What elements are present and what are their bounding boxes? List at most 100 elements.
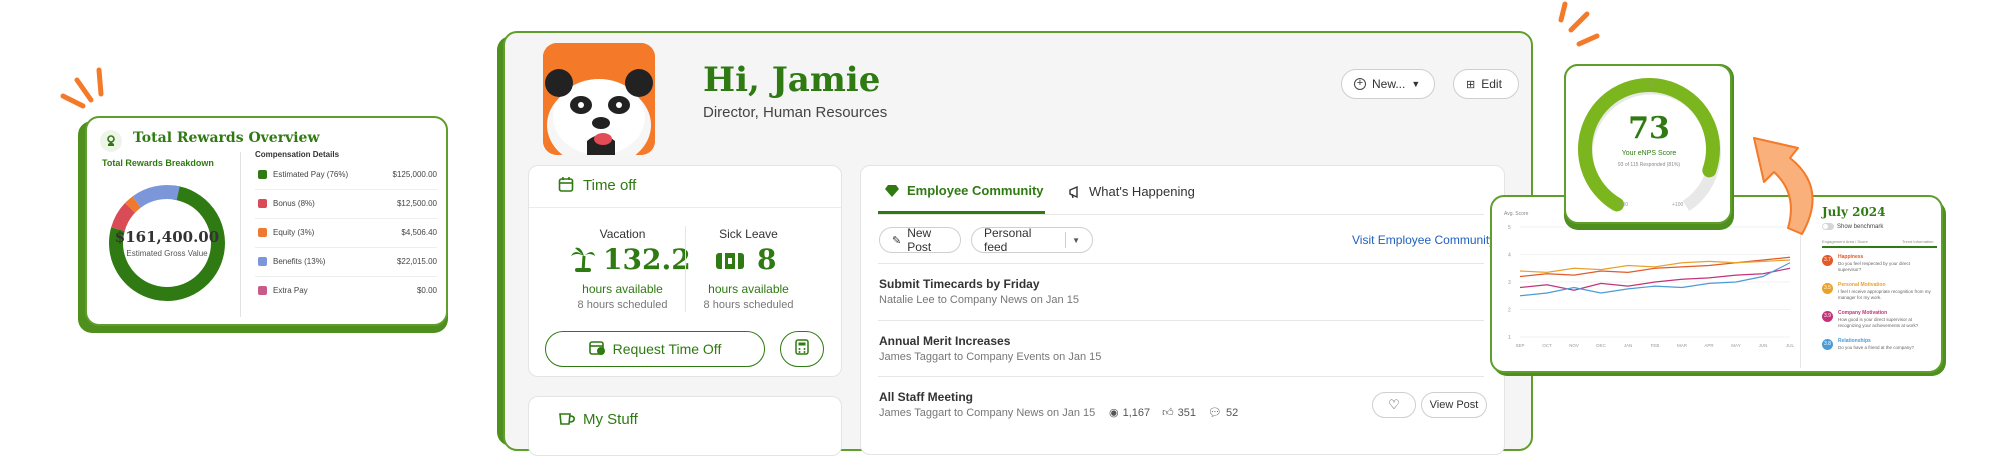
rewards-total-label: Estimated Gross Value: [126, 249, 208, 258]
x-tick-label: NOV: [1569, 343, 1579, 348]
legend-swatch: [258, 170, 267, 179]
gauge-min-label: -100: [1618, 202, 1629, 208]
vacation-scheduled: 8 hours scheduled: [577, 299, 668, 311]
enps-score-card: 0 73 Your eNPS Score 93 of 115 Responded…: [1564, 64, 1732, 224]
compensation-label: Estimated Pay (76%): [273, 170, 349, 179]
compensation-value: $22,015.00: [396, 257, 437, 266]
post-divider: [878, 320, 1484, 321]
legend-swatch: [258, 199, 267, 208]
post-title[interactable]: Submit Timecards by Friday: [879, 277, 1040, 291]
x-tick-label: SEP: [1515, 343, 1524, 348]
x-tick-label: APR: [1704, 343, 1714, 348]
compensation-divider: [255, 218, 437, 219]
y-tick-label: 3: [1508, 280, 1511, 286]
sick-leave-hours-value: 8: [757, 243, 777, 276]
calendar-plus-icon: [588, 339, 605, 360]
view-post-button[interactable]: View Post: [1421, 392, 1487, 418]
compensation-divider: [255, 276, 437, 277]
caret-down-icon: ▼: [1072, 235, 1080, 245]
compensation-divider: [255, 247, 437, 248]
post-title[interactable]: All Staff Meeting: [879, 390, 973, 404]
rewards-icon: [100, 130, 122, 152]
compensation-value: $0.00: [416, 286, 437, 295]
category-score-badge: 3.7: [1822, 255, 1833, 266]
caret-down-icon: ▼: [1411, 79, 1421, 89]
vacation-hours-value: 132.2: [603, 243, 691, 276]
compensation-label: Bonus (8%): [273, 199, 315, 208]
heart-icon: ♡: [1388, 397, 1400, 412]
category-question: Do you feel respected by your direct sup…: [1838, 261, 1911, 272]
greeting-heading: Hi, Jamie: [703, 60, 881, 100]
like-button[interactable]: ♡: [1372, 392, 1416, 418]
legend-swatch: [258, 257, 267, 266]
avatar[interactable]: [543, 43, 655, 155]
new-post-button[interactable]: ✎ New Post: [879, 226, 961, 254]
tab-employee-community[interactable]: Employee Community: [907, 183, 1044, 198]
panda-avatar-icon: [543, 43, 655, 155]
compensation-value: $12,500.00: [396, 199, 437, 208]
post-stats: ◉ 1,167 👍︎ 351 💬︎ 52: [1109, 406, 1238, 420]
edit-pencil-icon: ✎: [892, 234, 902, 247]
survey-col-left: Engagement Area / Score: [1822, 239, 1868, 244]
x-tick-label: JAN: [1624, 343, 1633, 348]
tab-whats-happening[interactable]: What's Happening: [1089, 184, 1195, 199]
spark-decoration-right: [1558, 1, 1600, 47]
category-score-badge: 3.8: [1822, 339, 1833, 350]
request-time-off-label: Request Time Off: [612, 341, 722, 357]
calculator-button[interactable]: [780, 331, 824, 367]
new-post-label: New Post: [907, 226, 932, 254]
rewards-divider: [240, 152, 241, 317]
plus-circle-icon: +: [1354, 78, 1366, 90]
enps-score-value: 73: [1628, 111, 1670, 146]
job-title: Director, Human Resources: [703, 104, 888, 121]
benchmark-label: Show benchmark: [1837, 223, 1884, 230]
category-name[interactable]: Relationships: [1838, 338, 1871, 344]
calendar-icon: [558, 176, 574, 196]
sick-available: hours available: [708, 282, 789, 296]
tabs-divider: [878, 214, 1484, 215]
comment-icon: 💬︎: [1208, 407, 1222, 419]
x-tick-label: MAY: [1731, 343, 1740, 348]
trend-line: [1519, 259, 1791, 273]
grid-icon: ⊞: [1466, 78, 1476, 91]
post-title[interactable]: Annual Merit Increases: [879, 334, 1010, 348]
x-tick-label: DEC: [1596, 343, 1606, 348]
post-divider: [878, 376, 1484, 377]
edit-button-label: Edit: [1481, 77, 1502, 91]
feed-select[interactable]: Personal feed ▼: [971, 226, 1093, 254]
rewards-breakdown-title: Total Rewards Breakdown: [102, 158, 214, 168]
request-time-off-button[interactable]: Request Time Off: [545, 331, 765, 367]
total-rewards-card: Total Rewards Overview Total Rewards Bre…: [85, 116, 448, 326]
megaphone-icon: [1068, 185, 1084, 204]
spark-decoration-left: [60, 67, 104, 109]
compensation-divider: [255, 189, 437, 190]
select-divider: [1065, 232, 1067, 248]
compensation-value: $4,506.40: [401, 228, 437, 237]
vacation-available: hours available: [582, 282, 663, 296]
edit-button[interactable]: ⊞ Edit: [1453, 69, 1519, 99]
coffee-cup-icon: [558, 410, 576, 431]
time-off-divider: [529, 207, 841, 208]
new-menu-button[interactable]: + New... ▼: [1341, 69, 1435, 99]
post-meta: James Taggart to Company Events on Jan 1…: [879, 351, 1102, 363]
donut-slice: [111, 203, 136, 232]
category-score-badge: 3.5: [1822, 283, 1833, 294]
calculator-icon: [795, 338, 809, 360]
feed-select-value: Personal feed: [984, 226, 1032, 254]
compensation-value: $125,000.00: [392, 170, 438, 179]
sick-leave-label: Sick Leave: [719, 227, 778, 241]
visit-community-link[interactable]: Visit Employee Community: [1352, 233, 1495, 247]
gauge-mid-label: 0: [1650, 81, 1653, 87]
y-tick-label: 2: [1508, 308, 1511, 314]
enps-responses: 93 of 115 Responded (81%): [1617, 162, 1681, 168]
enps-score-label: Your eNPS Score: [1621, 150, 1677, 157]
gauge-max-label: +100: [1672, 202, 1684, 208]
survey-trend-chart: 5 4 3 2 1 SEP OCT NOV DEC JAN FEB MAR APR MAY JUN JUL: [1508, 225, 1794, 348]
sick-scheduled: 8 hours scheduled: [703, 299, 794, 311]
category-name[interactable]: Personal Motivation: [1838, 282, 1886, 288]
category-name[interactable]: Happiness: [1838, 254, 1863, 260]
palm-tree-icon: [571, 246, 595, 277]
category-name[interactable]: Company Motivation: [1838, 310, 1887, 316]
category-question: How good is your direct supervisor at re…: [1838, 317, 1919, 328]
rewards-title: Total Rewards Overview: [133, 130, 320, 146]
